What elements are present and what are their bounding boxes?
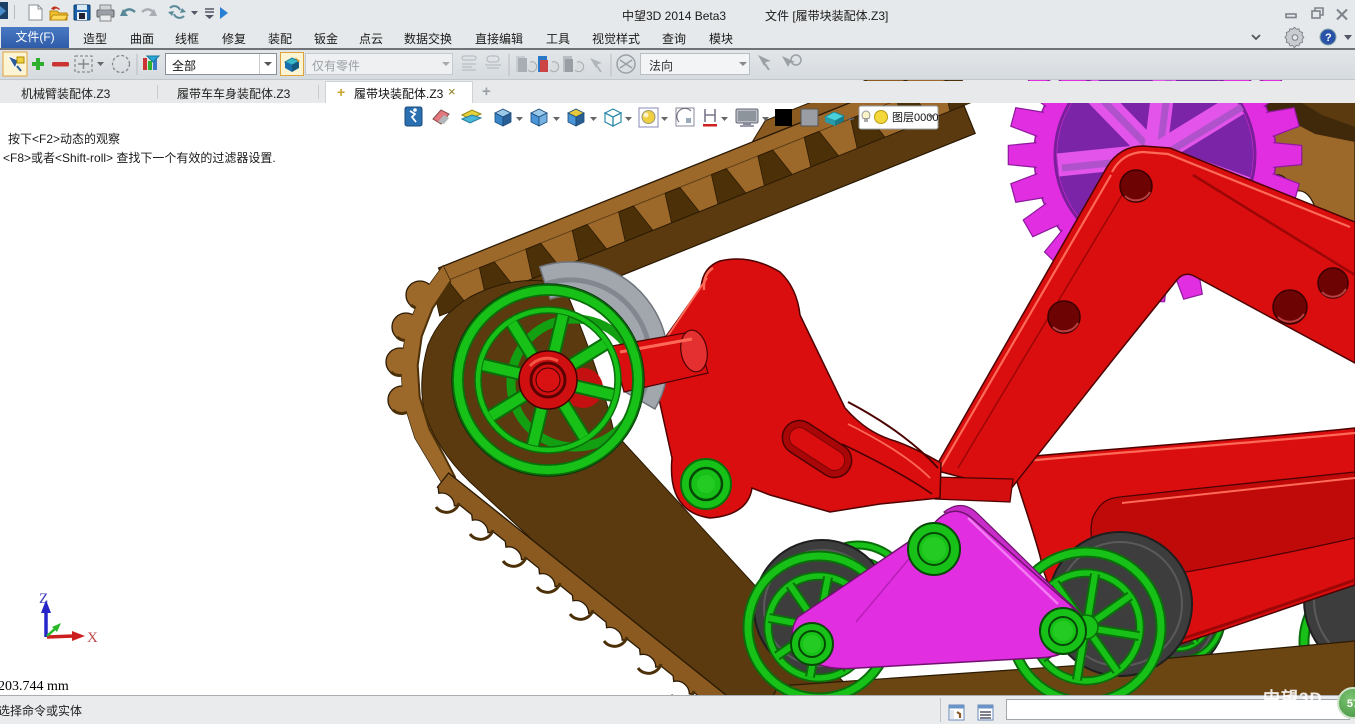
svg-text:?: ? [1325, 32, 1332, 44]
svg-text:X: X [87, 630, 98, 646]
